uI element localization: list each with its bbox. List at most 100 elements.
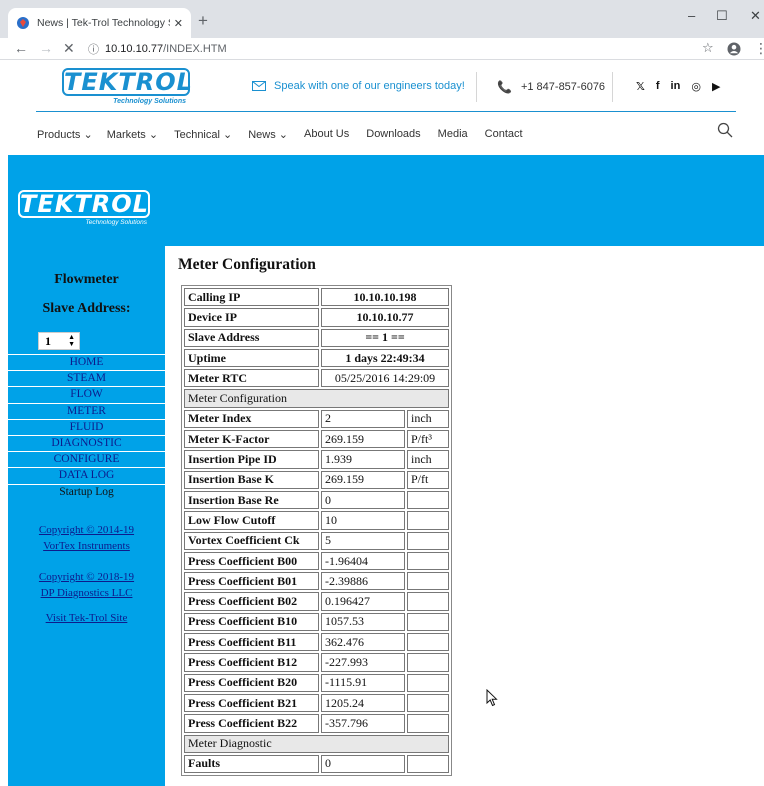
stepper-arrows-icon[interactable]: ▲ ▼ (68, 334, 75, 348)
row-value: 1 days 22:49:34 (321, 348, 449, 368)
section-header-row: Meter Configuration (184, 389, 449, 408)
sidebar-item-diagnostic[interactable]: DIAGNOSTIC (8, 434, 165, 451)
social-links: 𝕏 f in ◎ ▶ (636, 80, 720, 93)
dp-copyright-link[interactable]: Copyright © 2018-19 DP Diagnostics LLC (8, 569, 165, 601)
url-host: 10.10.10.77 (105, 43, 164, 55)
row-value: -227.993 (321, 653, 405, 672)
nav-products[interactable]: Products ⌄ (37, 128, 93, 141)
row-value: 1.939 (321, 450, 405, 469)
table-row: Device IP 10.10.10.77 (184, 308, 449, 327)
window-close-button[interactable]: ✕ (750, 8, 761, 24)
row-value: 269.159 (321, 430, 405, 449)
row-label: Slave Address (184, 328, 319, 347)
vortex-copyright-line2: VorTex Instruments (43, 540, 130, 552)
phone-number: +1 847-857-6076 (520, 81, 606, 93)
phone-link[interactable]: 📞 +1 847-857-6076 (497, 80, 605, 94)
linkedin-icon[interactable]: in (671, 80, 681, 93)
row-value: 10.10.10.198 (321, 288, 449, 307)
maximize-button[interactable]: ☐ (716, 8, 728, 24)
table-row: Press Coefficient B00 -1.96404 (184, 551, 449, 571)
row-label: Press Coefficient B02 (184, 592, 319, 611)
row-unit (407, 693, 449, 713)
minimize-button[interactable]: – (688, 8, 695, 23)
visit-tektrol-link[interactable]: Visit Tek-Trol Site (8, 610, 165, 626)
tab-title: News | Tek-Trol Technology Soluti (37, 17, 170, 29)
row-unit: P/ft³ (407, 430, 449, 449)
tektrol-logo[interactable]: TEKTROL Technology Solutions (62, 68, 192, 108)
facebook-icon[interactable]: f (656, 80, 660, 93)
nav-markets[interactable]: Markets ⌄ (107, 128, 158, 141)
row-unit (407, 714, 449, 733)
row-label: Press Coefficient B20 (184, 673, 319, 692)
back-arrow-icon[interactable]: ← (14, 40, 28, 56)
forward-arrow-icon[interactable]: → (39, 40, 53, 56)
sidebar-item-startup-log[interactable]: Startup Log (8, 483, 165, 500)
banner-logo: TEKTROL Technology Solutions (18, 190, 151, 230)
row-value: -357.796 (321, 714, 405, 733)
row-value: == 1 == (321, 328, 449, 347)
row-value: -1.96404 (321, 551, 405, 571)
browser-tab[interactable]: News | Tek-Trol Technology Soluti ✕ (8, 8, 191, 38)
table-row: Uptime 1 days 22:49:34 (184, 348, 449, 368)
vortex-copyright-link[interactable]: Copyright © 2014-19 VorTex Instruments (8, 522, 165, 554)
meter-config-table: Calling IP 10.10.10.198 Device IP 10.10.10.… (181, 285, 452, 777)
slave-address-stepper[interactable]: 1 ▲ ▼ (38, 332, 80, 350)
row-unit (407, 572, 449, 591)
device-sidebar: Flowmeter Slave Address: 1 ▲ ▼ HOME STEAM… (8, 246, 165, 786)
table-row: Press Coefficient B22 -357.796 (184, 714, 449, 733)
row-value: 362.476 (321, 633, 405, 652)
table-row: Press Coefficient B21 1205.24 (184, 693, 449, 713)
sidebar-item-fluid[interactable]: FLUID (8, 418, 165, 435)
nav-news[interactable]: News ⌄ (248, 128, 288, 141)
row-unit (407, 653, 449, 672)
banner-logo-tagline: Technology Solutions (85, 219, 147, 226)
row-label: Faults (184, 754, 319, 774)
bookmark-star-icon[interactable]: ☆ (702, 40, 714, 56)
row-unit (407, 592, 449, 611)
profile-avatar-icon[interactable] (727, 42, 741, 56)
sidebar-item-home[interactable]: HOME (8, 354, 165, 370)
nav-media[interactable]: Media (438, 128, 468, 141)
sidebar-menu: HOME STEAM FLOW METER FLUID DIAGNOSTIC C… (8, 354, 165, 500)
nav-downloads[interactable]: Downloads (366, 128, 420, 141)
table-row: Meter RTC 05/25/2016 14:29:09 (184, 369, 449, 388)
new-tab-button[interactable]: + (198, 11, 208, 31)
stop-loading-icon[interactable]: ✕ (63, 40, 75, 56)
row-label: Meter RTC (184, 369, 319, 388)
row-unit (407, 673, 449, 692)
row-unit (407, 511, 449, 530)
dp-copyright-line2: DP Diagnostics LLC (40, 587, 133, 599)
sidebar-item-steam[interactable]: STEAM (8, 370, 165, 386)
nav-about-us[interactable]: About Us (304, 128, 349, 141)
phone-icon: 📞 (497, 80, 512, 94)
row-value: 1057.53 (321, 612, 405, 632)
engineer-contact-link[interactable]: Speak with one of our engineers today! (252, 80, 465, 92)
row-value: 269.159 (321, 470, 405, 489)
twitter-icon[interactable]: 𝕏 (636, 80, 645, 93)
search-icon[interactable] (717, 122, 733, 138)
row-value: 0.196427 (321, 592, 405, 611)
sidebar-item-meter[interactable]: METER (8, 402, 165, 419)
row-label: Press Coefficient B22 (184, 714, 319, 733)
slave-address-value: 1 (45, 333, 51, 348)
instagram-icon[interactable]: ◎ (691, 80, 701, 93)
row-unit (407, 531, 449, 550)
nav-technical[interactable]: Technical ⌄ (174, 128, 232, 141)
browser-menu-icon[interactable]: ⋮ (754, 40, 764, 56)
sidebar-item-data-log[interactable]: DATA LOG (8, 467, 165, 483)
youtube-icon[interactable]: ▶ (712, 80, 720, 93)
browser-tab-strip: News | Tek-Trol Technology Soluti ✕ + – … (0, 0, 764, 38)
sidebar-item-flow[interactable]: FLOW (8, 386, 165, 402)
row-label: Vortex Coefficient Ck (184, 531, 319, 550)
nav-contact[interactable]: Contact (485, 128, 523, 141)
tab-close-icon[interactable]: ✕ (174, 17, 183, 30)
engineer-contact-text: Speak with one of our engineers today! (274, 80, 465, 92)
site-navigation: Products ⌄ Markets ⌄ Technical ⌄ News ⌄ … (0, 112, 764, 155)
site-info-icon[interactable]: ⓘ (88, 41, 99, 57)
row-unit: inch (407, 409, 449, 429)
table-row: Press Coefficient B02 0.196427 (184, 592, 449, 611)
sidebar-item-configure[interactable]: CONFIGURE (8, 451, 165, 467)
row-label: Meter Index (184, 409, 319, 429)
row-value: 5 (321, 531, 405, 550)
url-field[interactable]: ⓘ 10.10.10.77/INDEX.HTM (88, 41, 227, 57)
